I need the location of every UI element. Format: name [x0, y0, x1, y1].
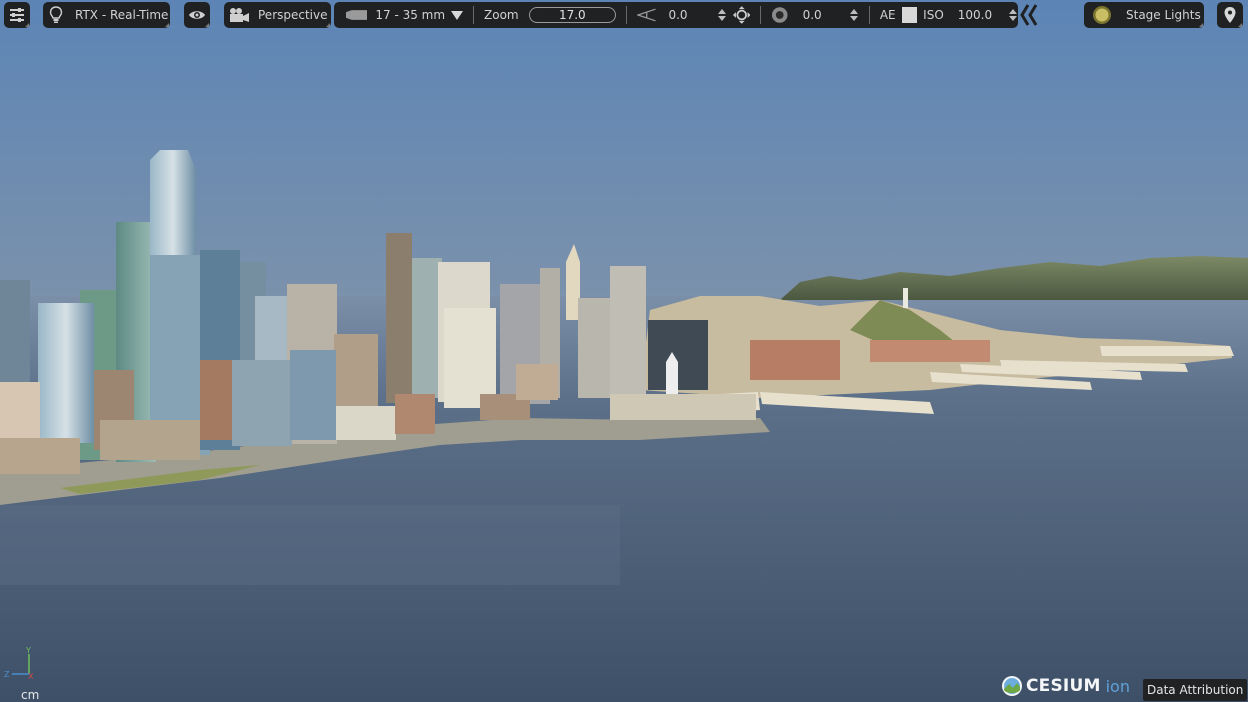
- x-axis-label: X: [28, 672, 34, 681]
- divider: [473, 6, 475, 24]
- lens-icon: [346, 10, 368, 20]
- brick-buildings: [870, 340, 990, 362]
- 3d-viewport[interactable]: [0, 0, 1248, 702]
- stage-lights-dropdown[interactable]: Stage Lights: [1084, 2, 1204, 28]
- sun-icon: [1093, 6, 1111, 24]
- coit-tower: [903, 288, 908, 308]
- zoom-label: Zoom: [484, 8, 519, 22]
- aperture-icon: [772, 7, 788, 23]
- ae-label: AE: [879, 8, 896, 22]
- stage-lights-label: Stage Lights: [1126, 8, 1201, 22]
- iso-value[interactable]: 100.0: [958, 8, 1008, 22]
- brick-buildings: [750, 340, 840, 380]
- divider: [626, 6, 628, 24]
- city-scene: [0, 0, 1248, 702]
- angle-value[interactable]: 0.0: [668, 8, 717, 22]
- camera-dropdown[interactable]: Perspective: [224, 2, 331, 28]
- eye-icon: [189, 11, 205, 19]
- ion-brand-text: ion: [1105, 676, 1130, 696]
- axis-gizmo: Y Z X: [2, 646, 46, 686]
- visibility-button[interactable]: [184, 2, 210, 28]
- aperture-stepper[interactable]: [849, 6, 859, 24]
- focal-range-label[interactable]: 17 - 35 mm: [375, 8, 445, 22]
- z-axis-label: Z: [4, 670, 10, 679]
- unit-label: cm: [21, 688, 40, 702]
- cesium-brand-text: CESIUM: [1026, 676, 1101, 696]
- iso-stepper[interactable]: [1008, 6, 1018, 24]
- map-pin-icon: [1224, 7, 1236, 23]
- angle-icon: [637, 8, 656, 22]
- y-axis-label: Y: [25, 646, 31, 655]
- aperture-value[interactable]: 0.0: [803, 8, 850, 22]
- renderer-dropdown[interactable]: RTX - Real-Time: [43, 2, 170, 28]
- sliders-icon: [10, 8, 24, 22]
- angle-stepper[interactable]: [717, 6, 727, 24]
- renderer-label: RTX - Real-Time: [75, 8, 169, 22]
- settings-button[interactable]: [4, 2, 30, 28]
- ae-checkbox[interactable]: [901, 7, 918, 23]
- movie-camera-icon: [230, 8, 249, 22]
- move-arrows-icon[interactable]: [732, 6, 751, 24]
- cesium-ion-logo[interactable]: CESIUM ion: [1001, 675, 1130, 697]
- camera-label: Perspective: [258, 8, 328, 22]
- lens-settings-panel: 17 - 35 mm Zoom 17.0 0.0 0.0 AE ISO 100.…: [334, 2, 1018, 28]
- triangle-down-icon[interactable]: [451, 10, 464, 20]
- water-reflection: [0, 505, 620, 585]
- iso-label: ISO: [923, 8, 944, 22]
- lightbulb-icon: [49, 6, 63, 23]
- divider: [760, 6, 762, 24]
- cesium-logo-icon: [1002, 676, 1022, 696]
- zoom-field[interactable]: 17.0: [528, 7, 617, 23]
- double-chevron-left-icon: [1020, 4, 1038, 26]
- data-attribution-button[interactable]: Data Attribution: [1143, 679, 1248, 701]
- divider: [868, 6, 870, 24]
- location-button[interactable]: [1217, 2, 1243, 28]
- collapse-toolbar-button[interactable]: [1020, 4, 1038, 26]
